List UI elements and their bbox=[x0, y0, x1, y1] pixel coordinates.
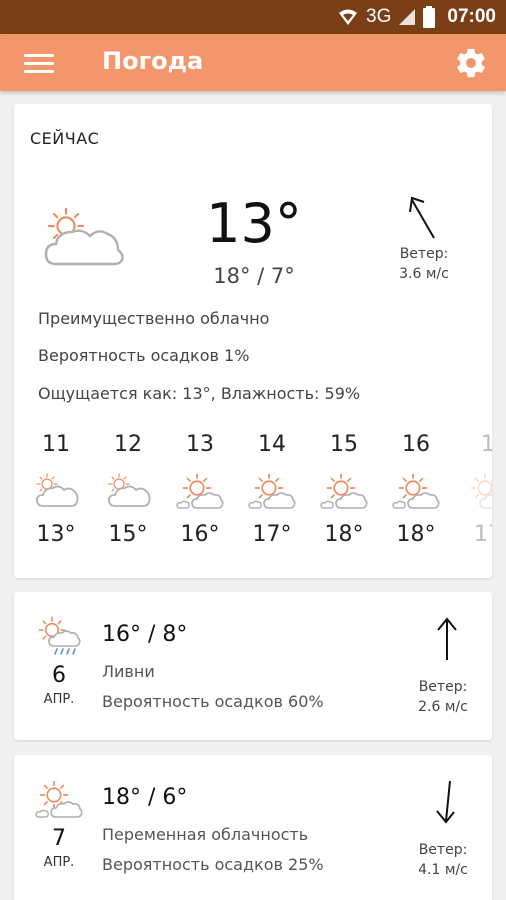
hour-item: 14 17° bbox=[236, 430, 308, 547]
partly-cloudy-icon bbox=[36, 473, 79, 507]
app-title: Погода bbox=[102, 47, 204, 75]
now-label: СЕЙЧАС bbox=[30, 129, 100, 148]
hour-item: 12 15° bbox=[92, 430, 164, 547]
hour-temperature: 17 bbox=[474, 522, 492, 547]
hour-item: 13 16° bbox=[164, 430, 236, 547]
status-time: 07:00 bbox=[447, 6, 496, 27]
hour-item: 1 17 bbox=[452, 430, 492, 547]
sun-cloud-icon bbox=[470, 473, 492, 509]
sun-cloud-icon bbox=[320, 473, 368, 509]
wind-value: 3.6 м/с bbox=[399, 266, 449, 282]
hour-temperature: 16° bbox=[180, 522, 220, 547]
menu-icon[interactable] bbox=[22, 50, 56, 76]
current-temperature: 13° bbox=[206, 192, 302, 255]
hour-item: 16 18° bbox=[380, 430, 452, 547]
wind-label: Ветер: bbox=[418, 679, 468, 695]
hour-temperature: 15° bbox=[108, 522, 148, 547]
daily-forecast-card[interactable]: 7 АПР. 18° / 6° Переменная облачность Ве… bbox=[14, 755, 492, 900]
network-type: 3G bbox=[366, 6, 392, 27]
day-number: 6 bbox=[52, 663, 66, 688]
app-bar: Погода bbox=[0, 34, 506, 91]
wind-value: 4.1 м/с bbox=[418, 862, 468, 878]
hour-temperature: 18° bbox=[396, 522, 436, 547]
day-precipitation: Вероятность осадков 25% bbox=[102, 855, 324, 874]
wind-label: Ветер: bbox=[399, 246, 449, 262]
hourly-forecast[interactable]: 11 13° 12 15° 13 16° 14 17° 15 18° 16 18… bbox=[14, 430, 492, 560]
hour-label: 1 bbox=[481, 432, 492, 457]
wind-label: Ветер: bbox=[418, 842, 468, 858]
gear-icon[interactable] bbox=[454, 46, 488, 80]
sun-cloud-icon bbox=[176, 473, 224, 509]
sun-cloud-icon bbox=[248, 473, 296, 509]
daily-forecast-card[interactable]: 6 АПР. 16° / 8° Ливни Вероятность осадко… bbox=[14, 592, 492, 740]
sun-cloud-icon bbox=[392, 473, 440, 509]
month-label: АПР. bbox=[43, 692, 75, 707]
precipitation-chance: Вероятность осадков 1% bbox=[38, 346, 250, 365]
hour-item: 15 18° bbox=[308, 430, 380, 547]
hour-label: 11 bbox=[42, 432, 70, 457]
wind-direction-icon bbox=[437, 617, 457, 660]
day-wind: Ветер: 4.1 м/с bbox=[400, 840, 486, 880]
hour-label: 16 bbox=[402, 432, 430, 457]
rain-showers-icon bbox=[38, 616, 81, 655]
status-bar: 3G 07:00 bbox=[0, 0, 506, 34]
hour-label: 12 bbox=[114, 432, 142, 457]
feels-like-humidity: Ощущается как: 13°, Влажность: 59% bbox=[38, 384, 361, 403]
day-description: Ливни bbox=[102, 662, 155, 681]
day-description: Переменная облачность bbox=[102, 825, 309, 844]
partly-cloudy-icon bbox=[108, 473, 151, 507]
wind-direction-icon bbox=[409, 196, 435, 239]
battery-icon bbox=[423, 6, 436, 28]
partly-cloudy-icon bbox=[44, 207, 124, 266]
wifi-icon bbox=[339, 9, 358, 25]
weather-description: Преимущественно облачно bbox=[38, 309, 270, 328]
signal-icon bbox=[399, 9, 416, 25]
hour-label: 14 bbox=[258, 432, 286, 457]
day-temperature-range: 18° / 6° bbox=[102, 785, 188, 810]
current-weather-card[interactable]: СЕЙЧАС 13° 18° / 7° Ветер: 3.6 м/с Преим… bbox=[14, 104, 492, 578]
day-number: 7 bbox=[52, 826, 66, 851]
month-label: АПР. bbox=[43, 855, 75, 870]
hour-label: 15 bbox=[330, 432, 358, 457]
hour-label: 13 bbox=[186, 432, 214, 457]
day-precipitation: Вероятность осадков 60% bbox=[102, 692, 324, 711]
hour-item: 11 13° bbox=[20, 430, 92, 547]
temperature-range: 18° / 7° bbox=[213, 264, 295, 288]
sun-cloud-icon bbox=[35, 780, 83, 818]
hour-temperature: 18° bbox=[324, 522, 364, 547]
hour-temperature: 17° bbox=[252, 522, 292, 547]
day-temperature-range: 16° / 8° bbox=[102, 622, 188, 647]
wind-direction-icon bbox=[436, 780, 455, 824]
wind-value: 2.6 м/с bbox=[418, 699, 468, 715]
current-wind: Ветер: 3.6 м/с bbox=[379, 244, 469, 284]
hour-temperature: 13° bbox=[36, 522, 76, 547]
day-wind: Ветер: 2.6 м/с bbox=[400, 677, 486, 717]
